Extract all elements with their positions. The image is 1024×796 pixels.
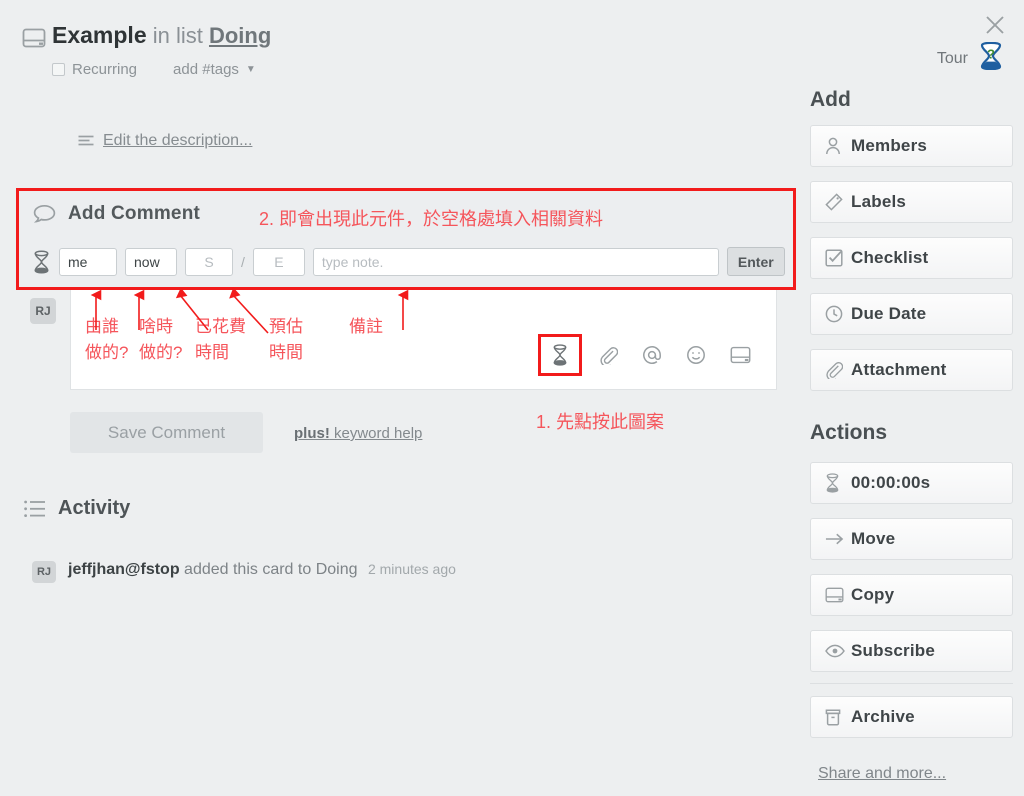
sidebar-item-label: Attachment [851, 360, 947, 379]
tour-button[interactable]: Tour ? [936, 41, 1004, 75]
eye-icon [825, 644, 851, 658]
activity-text: added this card to Doing [184, 561, 358, 578]
add-comment-heading-row: Add Comment [33, 203, 200, 225]
activity-user[interactable]: jeffjhan@fstop [68, 561, 180, 578]
hourglass-icon [825, 473, 851, 493]
comment-inputs-row: me now S / E type note. Enter [33, 247, 785, 276]
activity-list-icon [24, 500, 46, 518]
save-comment-button[interactable]: Save Comment [70, 412, 263, 453]
sidebar-item-label: Archive [851, 707, 915, 726]
actions-section-heading: Actions [810, 421, 888, 444]
in-list-label: in list [152, 23, 203, 48]
emoji-icon[interactable] [678, 340, 714, 370]
sidebar-item-checklist[interactable]: Checklist [810, 237, 1013, 279]
sidebar-item-labels[interactable]: Labels [810, 181, 1013, 223]
who-input[interactable]: me [59, 247, 117, 276]
comment-composer-highlight: Add Comment 2. 即會出現此元件，於空格處填入相關資料 me now… [16, 188, 796, 290]
annotation-step-1: 1. 先點按此圖案 [536, 412, 665, 432]
add-comment-heading: Add Comment [68, 203, 201, 224]
svg-text:?: ? [987, 47, 995, 62]
card-icon[interactable] [722, 340, 758, 370]
archive-icon [825, 708, 851, 726]
keyword-help-rest: keyword help [329, 425, 423, 442]
sidebar-item-members[interactable]: Members [810, 125, 1013, 167]
card-icon [22, 22, 52, 53]
activity-timestamp: 2 minutes ago [367, 561, 456, 577]
callout-who: 由誰 做的? [85, 317, 129, 362]
sidebar-item-attachment[interactable]: Attachment [810, 349, 1013, 391]
keyword-help-link[interactable]: plus! keyword help [294, 425, 422, 442]
label-icon [825, 193, 851, 211]
sidebar-item-label: Move [851, 529, 896, 548]
enter-button[interactable]: Enter [726, 247, 785, 276]
checklist-icon [825, 249, 851, 267]
estimate-time-input[interactable]: E [252, 247, 305, 276]
edit-description-link[interactable]: Edit the description... [78, 132, 252, 150]
recurring-label: Recurring [72, 61, 138, 78]
time-separator: / [241, 253, 245, 270]
card-title: Example [52, 22, 147, 48]
comment-body: 由誰 做的? 啥時 做的? 已花費 時間 預估 時間 備註 [70, 290, 777, 390]
sidebar-item-label: Checklist [851, 248, 929, 267]
hourglass-icon [33, 249, 50, 274]
card-header: Example in list Doing Recurring add #tag… [22, 22, 762, 78]
when-input[interactable]: now [125, 247, 177, 276]
tour-hourglass-icon: ? [978, 41, 1004, 75]
sidebar-item-move[interactable]: Move [810, 518, 1013, 560]
activity-entry: jeffjhan@fstop added this card to Doing … [68, 561, 456, 579]
sidebar-item-subscribe[interactable]: Subscribe [810, 630, 1013, 672]
add-section-heading: Add [810, 88, 851, 111]
edit-description-label: Edit the description... [103, 132, 253, 149]
spent-time-input[interactable]: S [185, 247, 233, 276]
avatar: RJ [32, 561, 56, 583]
note-input[interactable]: type note. [312, 247, 719, 276]
callout-estimate: 預估 時間 [269, 317, 303, 362]
callout-note: 備註 [349, 317, 383, 336]
sidebar-item-label: Copy [851, 585, 895, 604]
keyword-help-bold: plus! [294, 425, 330, 442]
page-title: Example in list Doing [52, 22, 762, 49]
card-detail-main: Example in list Doing Recurring add #tag… [0, 0, 800, 796]
mention-icon[interactable] [634, 340, 670, 370]
hourglass-icon[interactable] [538, 334, 582, 376]
sidebar-item-copy[interactable]: Copy [810, 574, 1013, 616]
recurring-checkbox[interactable] [52, 63, 65, 76]
activity-heading: Activity [58, 497, 131, 519]
callout-when: 啥時 做的? [139, 317, 183, 362]
card-sidebar: Tour ? Add Members Labels Checklist Due … [800, 0, 1024, 796]
sidebar-divider [810, 683, 1013, 684]
sidebar-item-label: Labels [851, 192, 907, 211]
sidebar-item-archive[interactable]: Archive [810, 696, 1013, 738]
sidebar-item-timer[interactable]: 00:00:00s [810, 462, 1013, 504]
description-lines-icon [78, 135, 94, 148]
callout-spent: 已花費 時間 [195, 317, 246, 362]
annotation-step-2: 2. 即會出現此元件，於空格處填入相關資料 [259, 209, 604, 229]
sidebar-item-label: Subscribe [851, 641, 935, 660]
speech-bubble-icon [33, 204, 56, 224]
add-tags-button[interactable]: add #tags [173, 61, 239, 78]
paperclip-icon [825, 361, 851, 379]
paperclip-icon[interactable] [590, 340, 626, 370]
card-icon [825, 587, 851, 603]
member-icon [825, 137, 851, 155]
sidebar-item-due-date[interactable]: Due Date [810, 293, 1013, 335]
close-icon[interactable] [982, 12, 1008, 38]
tour-label: Tour [936, 49, 968, 67]
clock-icon [825, 305, 851, 323]
annotation-callouts: 由誰 做的? 啥時 做的? 已花費 時間 預估 時間 備註 [85, 314, 409, 366]
chevron-down-icon[interactable]: ▼ [246, 64, 256, 75]
arrow-right-icon [825, 532, 851, 546]
sidebar-item-label: Due Date [851, 304, 927, 323]
sidebar-item-label: Members [851, 136, 928, 155]
activity-heading-row: Activity [24, 497, 130, 520]
list-name-link[interactable]: Doing [209, 23, 271, 48]
annotation-arrows [90, 287, 409, 334]
share-and-more-link[interactable]: Share and more... [818, 765, 946, 783]
sidebar-item-label: 00:00:00s [851, 473, 931, 492]
comment-toolbar [538, 334, 758, 376]
avatar: RJ [30, 298, 56, 324]
